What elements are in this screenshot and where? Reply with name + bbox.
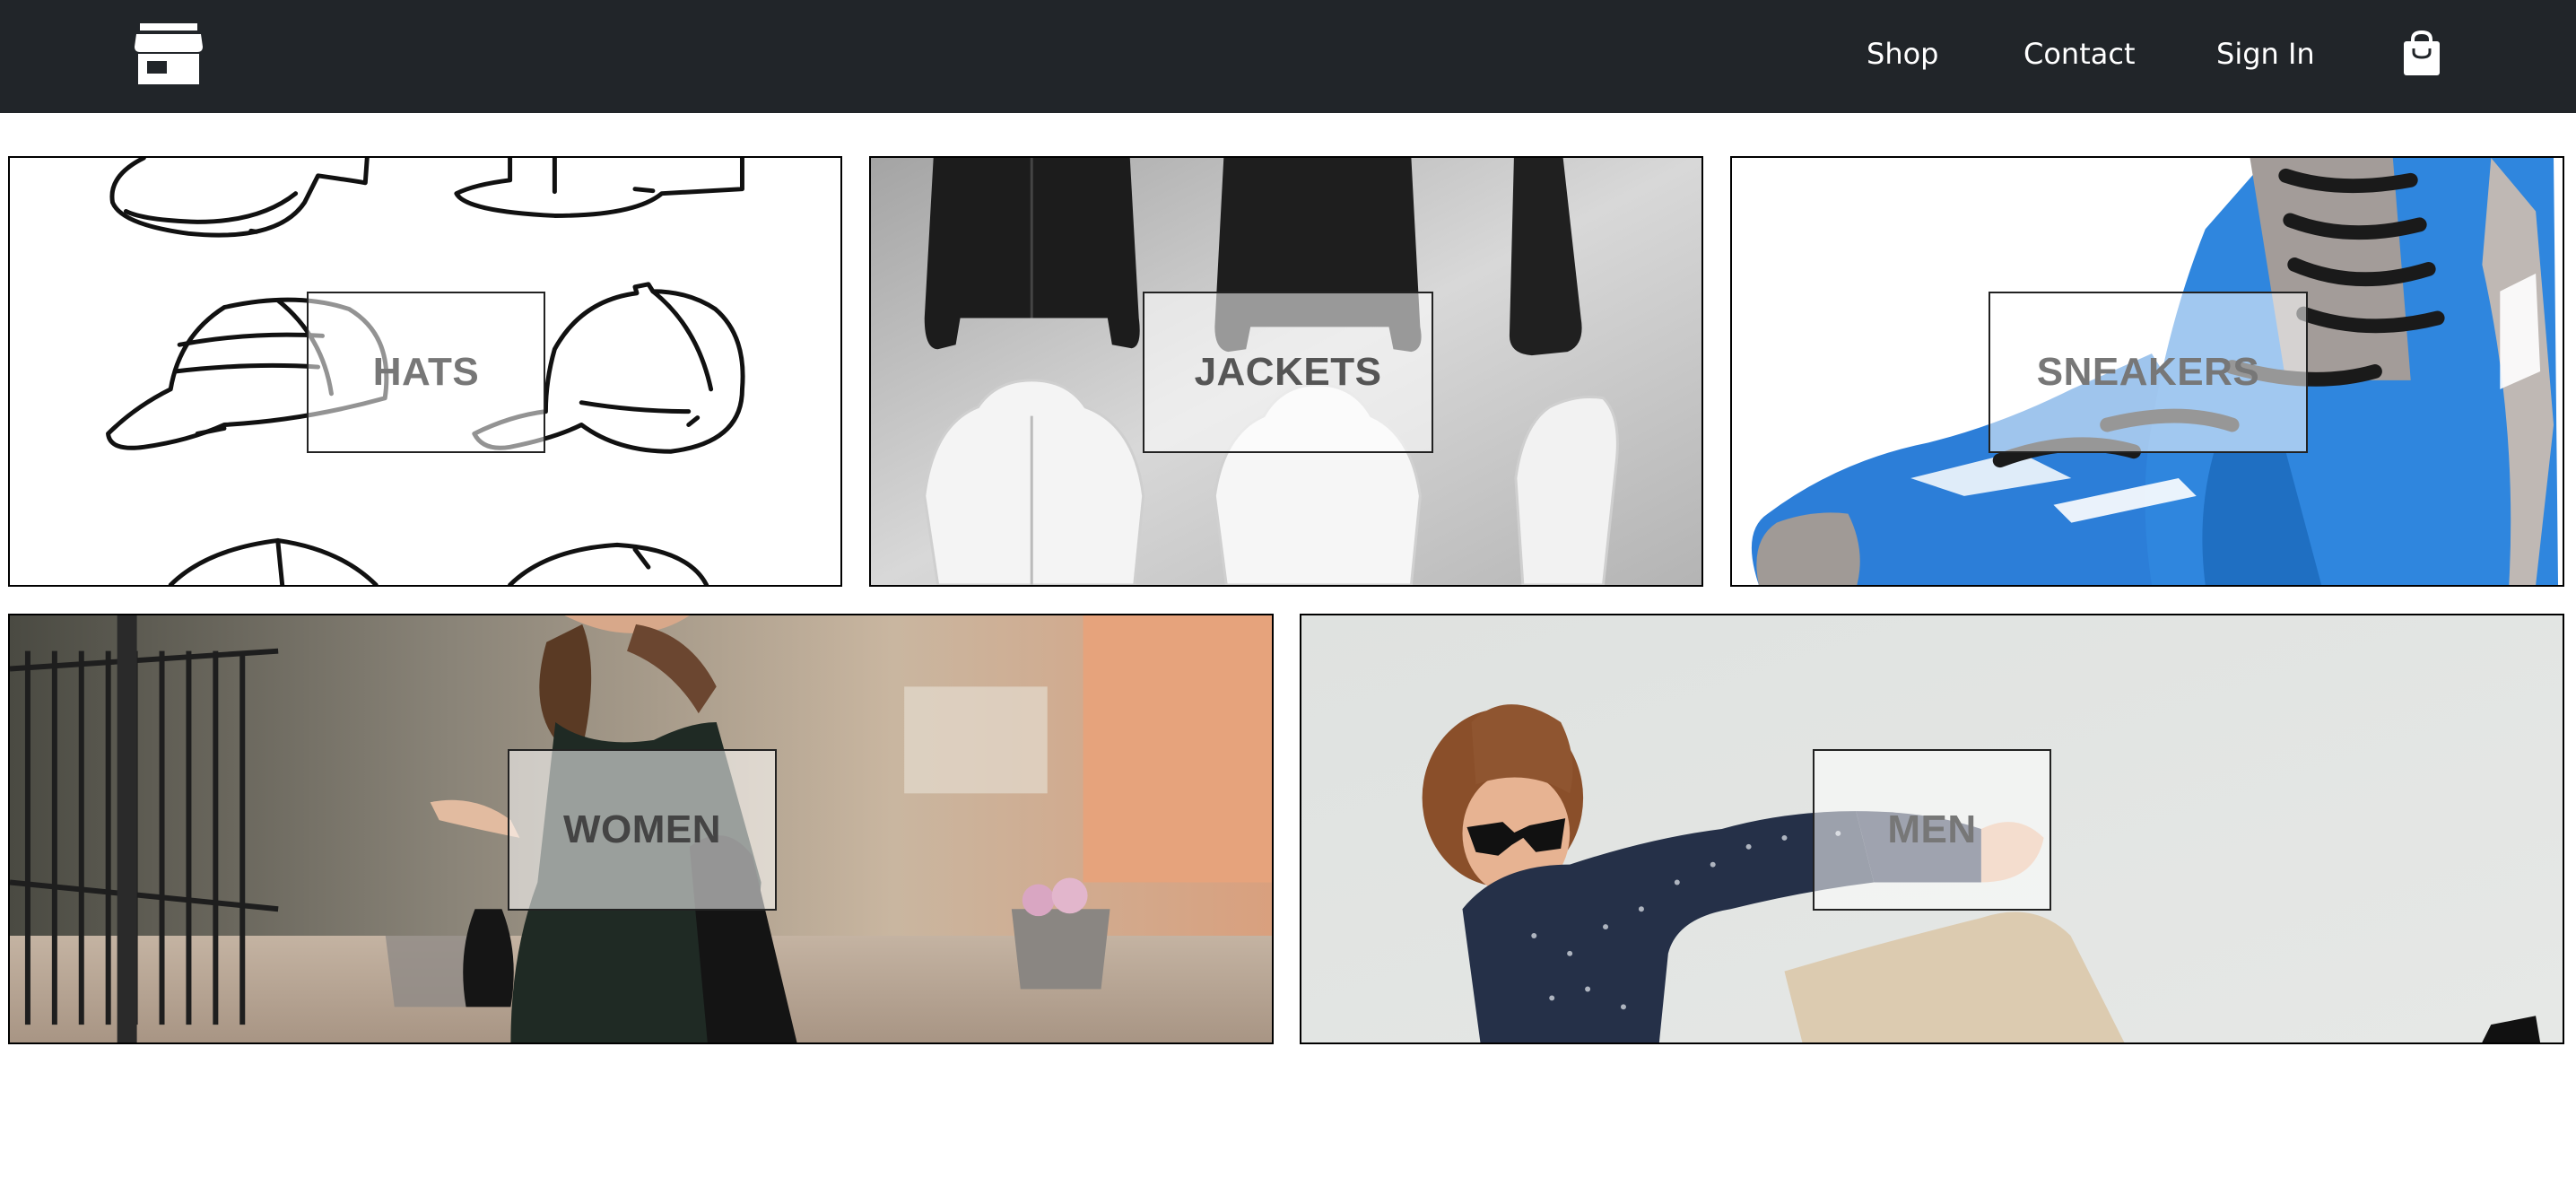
nav-sign-in-link[interactable]: Sign In: [2216, 34, 2315, 74]
category-card-hats[interactable]: HATS: [8, 156, 842, 587]
navbar: Shop Contact Sign In: [0, 0, 2576, 113]
category-label-men: MEN: [1813, 749, 2051, 911]
category-label-jackets: JACKETS: [1143, 292, 1433, 453]
category-label-sneakers: SNEAKERS: [1989, 292, 2308, 453]
nav-contact-link[interactable]: Contact: [2023, 34, 2136, 74]
category-card-jackets[interactable]: JACKETS: [869, 156, 1703, 587]
category-label-women: WOMEN: [508, 749, 777, 911]
shopping-bag-icon[interactable]: [2400, 30, 2443, 77]
nav-shop-link[interactable]: Shop: [1867, 34, 1938, 74]
category-card-women[interactable]: WOMEN: [8, 614, 1274, 1044]
category-label-hats: HATS: [307, 292, 545, 453]
category-card-sneakers[interactable]: SNEAKERS: [1730, 156, 2564, 587]
store-icon[interactable]: [135, 22, 203, 84]
category-card-men[interactable]: MEN: [1300, 614, 2564, 1044]
